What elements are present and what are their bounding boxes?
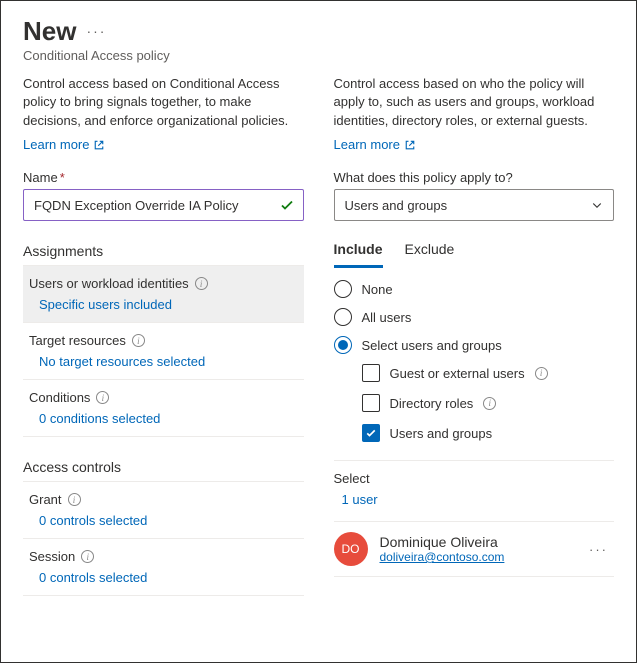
info-icon[interactable] (96, 391, 109, 404)
user-row: DO Dominique Oliveira doliveira@contoso.… (334, 521, 615, 577)
apply-to-dropdown[interactable]: Users and groups (334, 189, 615, 221)
radio-label: Select users and groups (362, 338, 502, 353)
checkbox-label: Users and groups (390, 426, 493, 441)
target-row-value: No target resources selected (39, 354, 296, 369)
checkbox-directory-roles[interactable]: Directory roles (362, 394, 615, 412)
radio-group: None All users Select users and groups (334, 280, 615, 354)
radio-label: None (362, 282, 393, 297)
select-label: Select (334, 471, 615, 486)
learn-more-label: Learn more (334, 137, 400, 152)
radio-icon (334, 336, 352, 354)
user-name: Dominique Oliveira (380, 534, 572, 550)
conditions-row-title: Conditions (29, 390, 90, 405)
radio-all-users[interactable]: All users (334, 308, 615, 326)
radio-label: All users (362, 310, 412, 325)
learn-more-link-right[interactable]: Learn more (334, 137, 416, 152)
checkbox-group: Guest or external users Directory roles … (362, 364, 615, 442)
checkmark-icon (279, 197, 295, 213)
info-icon[interactable] (195, 277, 208, 290)
more-button[interactable]: ··· (86, 23, 106, 39)
conditions-row[interactable]: Conditions 0 conditions selected (23, 380, 304, 437)
page-title: New (23, 17, 76, 46)
include-exclude-tabs: Include Exclude (334, 235, 615, 268)
radio-icon (334, 280, 352, 298)
tab-include[interactable]: Include (334, 235, 383, 268)
checkbox-icon (362, 364, 380, 382)
external-link-icon (404, 139, 416, 151)
checkbox-label: Guest or external users (390, 366, 525, 381)
external-link-icon (93, 139, 105, 151)
users-row[interactable]: Users or workload identities Specific us… (23, 266, 304, 323)
required-asterisk: * (60, 170, 65, 185)
checkbox-guest[interactable]: Guest or external users (362, 364, 615, 382)
name-input-wrap[interactable] (23, 189, 304, 221)
grant-row[interactable]: Grant 0 controls selected (23, 482, 304, 539)
conditions-row-value: 0 conditions selected (39, 411, 296, 426)
left-intro: Control access based on Conditional Acce… (23, 75, 304, 132)
user-email-link[interactable]: doliveira@contoso.com (380, 550, 572, 564)
name-field-label: Name* (23, 170, 304, 185)
assignments-section-header: Assignments (23, 243, 304, 266)
checkbox-icon (362, 394, 380, 412)
learn-more-label: Learn more (23, 137, 89, 152)
info-icon[interactable] (132, 334, 145, 347)
avatar: DO (334, 532, 368, 566)
page-subtitle: Conditional Access policy (23, 48, 614, 63)
grant-row-value: 0 controls selected (39, 513, 296, 528)
tab-exclude[interactable]: Exclude (405, 235, 455, 268)
page-header: New ··· Conditional Access policy (23, 17, 614, 63)
radio-icon (334, 308, 352, 326)
radio-none[interactable]: None (334, 280, 615, 298)
apply-to-value: Users and groups (345, 198, 448, 213)
info-icon[interactable] (81, 550, 94, 563)
learn-more-link-left[interactable]: Learn more (23, 137, 105, 152)
right-column: Control access based on who the policy w… (334, 75, 615, 640)
access-controls-section-header: Access controls (23, 459, 304, 482)
users-row-value: Specific users included (39, 297, 296, 312)
session-row-title: Session (29, 549, 75, 564)
session-row-value: 0 controls selected (39, 570, 296, 585)
apply-to-label: What does this policy apply to? (334, 170, 615, 185)
info-icon[interactable] (483, 397, 496, 410)
radio-select-users[interactable]: Select users and groups (334, 336, 615, 354)
user-row-more-button[interactable]: ··· (583, 542, 614, 557)
right-intro: Control access based on who the policy w… (334, 75, 615, 132)
left-column: Control access based on Conditional Acce… (23, 75, 304, 640)
session-row[interactable]: Session 0 controls selected (23, 539, 304, 596)
chevron-down-icon (591, 199, 603, 211)
select-block: Select 1 user (334, 460, 615, 507)
users-row-title: Users or workload identities (29, 276, 189, 291)
info-icon[interactable] (68, 493, 81, 506)
checkbox-users-groups[interactable]: Users and groups (362, 424, 615, 442)
target-row[interactable]: Target resources No target resources sel… (23, 323, 304, 380)
checkbox-label: Directory roles (390, 396, 474, 411)
name-input[interactable] (32, 197, 279, 214)
target-row-title: Target resources (29, 333, 126, 348)
checkbox-icon (362, 424, 380, 442)
grant-row-title: Grant (29, 492, 62, 507)
info-icon[interactable] (535, 367, 548, 380)
select-value-link[interactable]: 1 user (342, 492, 615, 507)
